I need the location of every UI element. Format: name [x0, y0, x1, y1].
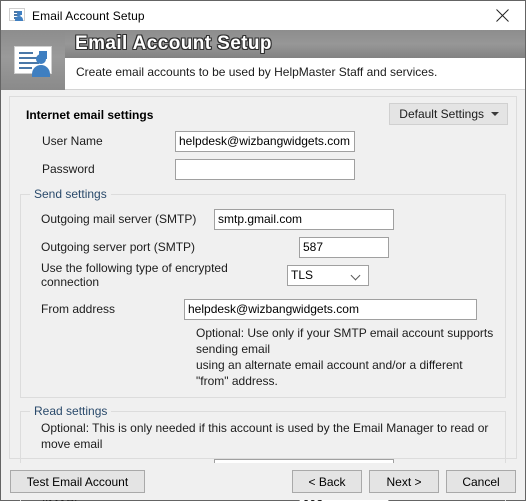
footer-bar: Test Email Account < Back Next > Cancel — [1, 463, 525, 500]
smtp-server-value: smtp.gmail.com — [218, 212, 303, 226]
banner-title-band: Email Account Setup — [65, 30, 525, 58]
from-address-hint-line2: using an alternate email account and/or … — [196, 358, 463, 388]
read-settings-hint: Optional: This is only needed if this ac… — [41, 421, 489, 451]
smtp-encryption-label: Use the following type of encrypted conn… — [41, 261, 228, 289]
form-body: Internet email settings Default Settings… — [1, 90, 525, 501]
from-address-hint: Optional: Use only if your SMTP email ac… — [29, 323, 497, 389]
chevron-down-icon — [352, 271, 361, 280]
read-settings-legend: Read settings — [30, 404, 112, 418]
send-settings-group: Send settings Outgoing mail server (SMTP… — [20, 187, 506, 398]
user-name-input[interactable]: helpdesk@wizbangwidgets.com — [175, 130, 355, 152]
wizard-buttons: < Back Next > Cancel — [292, 470, 516, 493]
default-settings-button[interactable]: Default Settings — [389, 103, 508, 125]
close-icon[interactable] — [480, 1, 525, 29]
user-name-label: User Name — [42, 134, 103, 148]
default-settings-label: Default Settings — [399, 107, 484, 121]
chevron-down-icon — [491, 112, 499, 116]
test-email-account-button[interactable]: Test Email Account — [10, 470, 145, 493]
password-input[interactable] — [175, 158, 355, 180]
smtp-encryption-select[interactable]: TLS — [287, 264, 369, 286]
cancel-button[interactable]: Cancel — [446, 470, 516, 493]
smtp-port-label: Outgoing server port (SMTP) — [41, 240, 196, 254]
user-name-row: User Name helpdesk@wizbangwidgets.com — [20, 127, 506, 155]
back-button[interactable]: < Back — [292, 470, 362, 493]
smtp-server-row: Outgoing mail server (SMTP) smtp.gmail.c… — [29, 205, 497, 233]
from-address-label: From address — [41, 302, 116, 316]
from-address-row: From address helpdesk@wizbangwidgets.com — [29, 295, 497, 323]
page-banner: Email Account Setup Create email account… — [1, 30, 525, 90]
from-address-value: helpdesk@wizbangwidgets.com — [188, 302, 359, 316]
email-account-setup-window: Email Account Setup Email Account Setup — [0, 0, 526, 501]
contact-card-icon — [9, 7, 25, 24]
from-address-input[interactable]: helpdesk@wizbangwidgets.com — [184, 298, 477, 320]
smtp-encryption-value: TLS — [291, 268, 314, 282]
settings-panel: Internet email settings Default Settings… — [9, 96, 517, 501]
smtp-server-input[interactable]: smtp.gmail.com — [214, 208, 394, 230]
password-row: Password — [20, 155, 506, 183]
page-subtitle: Create email accounts to be used by Help… — [76, 65, 438, 79]
from-address-hint-line1: Optional: Use only if your SMTP email ac… — [196, 326, 494, 356]
page-title: Email Account Setup — [75, 33, 272, 54]
window-title: Email Account Setup — [32, 8, 145, 23]
contact-card-person-icon — [1, 30, 65, 90]
password-label: Password — [42, 162, 95, 176]
smtp-port-value: 587 — [303, 240, 324, 254]
send-settings-legend: Send settings — [30, 187, 111, 201]
smtp-encryption-row: Use the following type of encrypted conn… — [29, 261, 497, 289]
smtp-port-input[interactable]: 587 — [299, 236, 389, 258]
smtp-port-row: Outgoing server port (SMTP) 587 — [29, 233, 497, 261]
title-bar: Email Account Setup — [1, 1, 525, 30]
banner-text: Email Account Setup Create email account… — [65, 30, 525, 89]
next-button[interactable]: Next > — [369, 470, 439, 493]
user-name-value: helpdesk@wizbangwidgets.com — [179, 134, 350, 148]
smtp-server-label: Outgoing mail server (SMTP) — [41, 212, 197, 226]
